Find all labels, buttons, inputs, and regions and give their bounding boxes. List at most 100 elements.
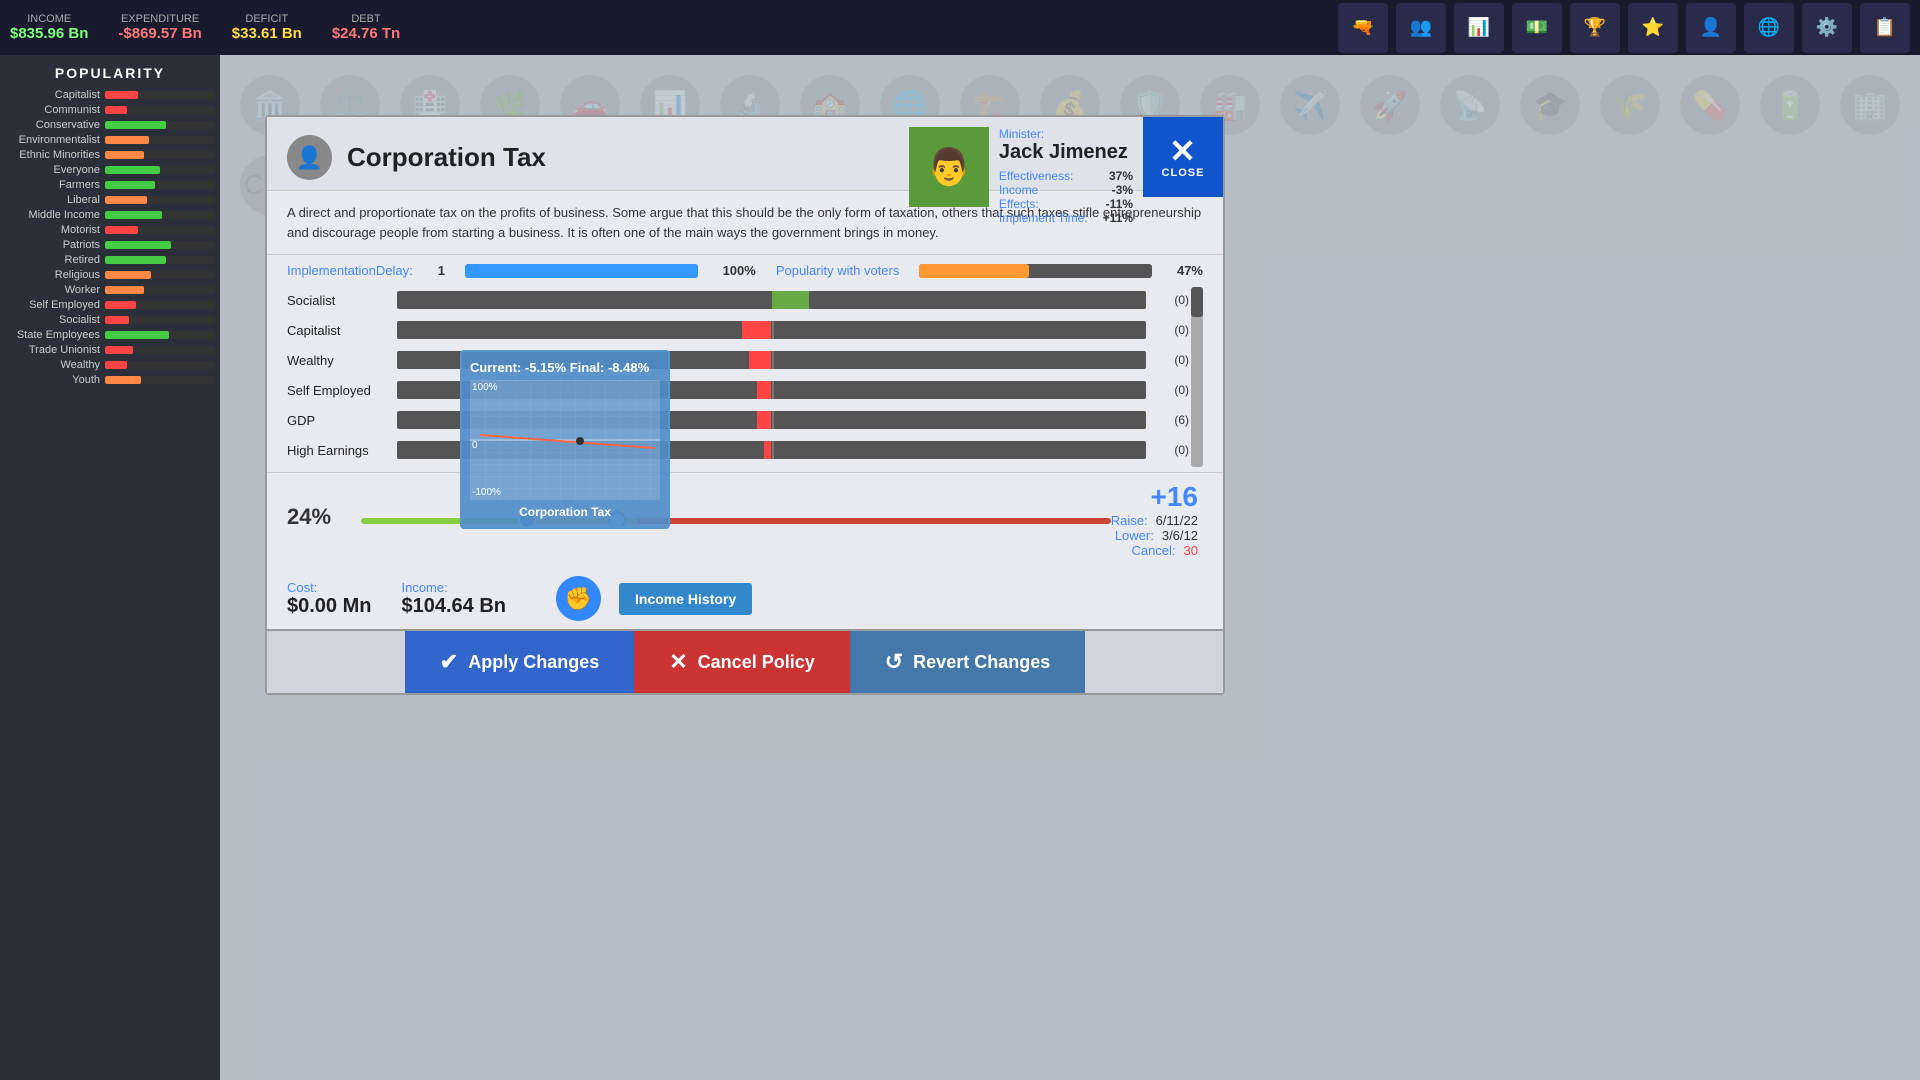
sidebar-group-wealthy: Wealthy	[5, 359, 215, 371]
popularity-val: 47%	[1177, 263, 1203, 278]
revert-icon: ↺	[885, 649, 903, 675]
voter-row-self-employed: Self Employed (0)	[287, 377, 1203, 403]
deficit-stat: DEFICIT $33.61 Bn	[232, 13, 302, 42]
income-history-button[interactable]: Income History	[619, 583, 752, 615]
cancel-label: Cancel:	[1131, 543, 1175, 558]
voter-section: Socialist (0) Capitalist (0) Wealthy (0)	[267, 282, 1223, 472]
nav-icon-list[interactable]: 📋	[1860, 3, 1910, 53]
sidebar-group-worker: Worker	[5, 284, 215, 296]
raise-icon: ✊	[556, 576, 601, 621]
income-stat: INCOME $835.96 Bn	[10, 13, 88, 42]
nav-icon-settings[interactable]: ⚙️	[1802, 3, 1852, 53]
modal-header: 👤 Corporation Tax 👨 Minister: Jack Jimen…	[267, 117, 1223, 191]
income-history-area: ✊ Income History	[556, 576, 752, 621]
cost-block: Cost: $0.00 Mn	[287, 580, 371, 618]
cost-val: $0.00 Mn	[287, 595, 371, 618]
tooltip-popup: Current: -5.15% Final: -8.48% 100% 0 -10…	[460, 350, 670, 529]
popularity-bar-fill	[919, 264, 1028, 278]
sidebar-group-liberal: Liberal	[5, 194, 215, 206]
impl-bar-fill	[465, 264, 698, 278]
chart-y-mid: 0	[472, 440, 478, 451]
nav-icon-globe[interactable]: 🌐	[1744, 3, 1794, 53]
sidebar-group-trade-unionist: Trade Unionist	[5, 344, 215, 356]
popularity-label: Popularity with voters	[776, 263, 900, 278]
effects-label: Effects:	[999, 197, 1039, 211]
minister-panel: 👨 Minister: Jack Jimenez Effectiveness: …	[909, 127, 1133, 225]
cancel-icon: ✕	[669, 649, 687, 675]
popularity-bar	[919, 264, 1152, 278]
sidebar-group-middle-income: Middle Income	[5, 209, 215, 221]
slider-red	[638, 518, 1110, 524]
policy-modal: 👤 Corporation Tax 👨 Minister: Jack Jimen…	[265, 115, 1225, 695]
impl-delay-val: 1	[438, 263, 445, 278]
cancel-label: Cancel Policy	[698, 652, 815, 673]
income-ci-val: $104.64 Bn	[401, 595, 506, 618]
nav-icon-users[interactable]: 👤	[1686, 3, 1736, 53]
sidebar-group-communist: Communist	[5, 104, 215, 116]
sidebar-group-retired: Retired	[5, 254, 215, 266]
sidebar-group-environmentalist: Environmentalist	[5, 134, 215, 146]
voter-row-socialist: Socialist (0)	[287, 287, 1203, 313]
lower-val: 3/6/12	[1162, 528, 1198, 543]
cancel-policy-button[interactable]: ✕ Cancel Policy	[634, 631, 850, 693]
minister-info: Minister: Jack Jimenez Effectiveness: 37…	[999, 127, 1133, 225]
revert-changes-button[interactable]: ↺ Revert Changes	[850, 631, 1086, 693]
voter-scrollbar-thumb	[1191, 287, 1203, 317]
sidebar-group-self-employed: Self Employed	[5, 299, 215, 311]
tooltip-title: Current: -5.15% Final: -8.48%	[470, 360, 660, 375]
debt-stat: DEBT $24.76 Tn	[332, 13, 400, 42]
close-button[interactable]: ✕ CLOSE	[1143, 117, 1223, 197]
rate-section: 24% +16 Raise: 6/11/22 Lowe	[267, 472, 1223, 571]
lower-label: Lower:	[1115, 528, 1154, 543]
nav-icon-gun[interactable]: 🔫	[1338, 3, 1388, 53]
apply-changes-button[interactable]: ✔ Apply Changes	[405, 631, 634, 693]
income-label: INCOME	[27, 13, 71, 25]
nav-icon-star[interactable]: ⭐	[1628, 3, 1678, 53]
sidebar-group-patriots: Patriots	[5, 239, 215, 251]
expenditure-label: EXPENDITURE	[121, 13, 199, 25]
minister-name: Jack Jimenez	[999, 141, 1133, 164]
income-ci-label: Income:	[401, 580, 506, 595]
minister-income-val: -3%	[1112, 183, 1133, 197]
apply-icon: ✔	[440, 649, 458, 675]
popularity-bars: Capitalist Communist Conservative Enviro…	[5, 89, 215, 386]
left-sidebar: POPULARITY Capitalist Communist Conserva…	[0, 55, 220, 1080]
effectiveness-val: 37%	[1109, 169, 1133, 183]
close-label: CLOSE	[1162, 167, 1205, 179]
minister-effects: Effects: -11%	[999, 197, 1133, 211]
top-nav-icons: 🔫 👥 📊 💵 🏆 ⭐ 👤 🌐 ⚙️ 📋	[1338, 3, 1910, 53]
income-block: Income: $104.64 Bn	[401, 580, 506, 618]
effects-val: -11%	[1106, 197, 1133, 211]
voter-row-wealthy: Wealthy (0)	[287, 347, 1203, 373]
sidebar-group-capitalist: Capitalist	[5, 89, 215, 101]
modal-footer: ✔ Apply Changes ✕ Cancel Policy ↺ Revert…	[267, 629, 1223, 693]
impl-val: 100%	[723, 263, 756, 278]
apply-label: Apply Changes	[468, 652, 599, 673]
debt-label: DEBT	[351, 13, 380, 25]
debt-value: $24.76 Tn	[332, 25, 400, 42]
cost-label: Cost:	[287, 580, 371, 595]
chart-y-bot: -100%	[472, 487, 501, 498]
nav-icon-trophy[interactable]: 🏆	[1570, 3, 1620, 53]
sidebar-group-state-employees: State Employees	[5, 329, 215, 341]
rate-label: 24%	[287, 504, 331, 530]
impl-time-val: +11%	[1103, 211, 1133, 225]
nav-icon-dollar[interactable]: 💵	[1512, 3, 1562, 53]
sidebar-group-ethnic-minorities: Ethnic Minorities	[5, 149, 215, 161]
implementation-row: ImplementationDelay: 1 100% Popularity w…	[267, 255, 1223, 282]
raise-info: +16 Raise: 6/11/22 Lower: 3/6/12 Cancel:…	[1111, 481, 1203, 558]
revert-label: Revert Changes	[913, 652, 1050, 673]
nav-icon-chart[interactable]: 📊	[1454, 3, 1504, 53]
voter-scrollbar[interactable]	[1191, 287, 1203, 467]
voter-row-gdp: GDP (6)	[287, 407, 1203, 433]
raise-label: Raise:	[1111, 513, 1148, 528]
expenditure-stat: EXPENDITURE -$869.57 Bn	[118, 13, 201, 42]
cost-income-row: Cost: $0.00 Mn Income: $104.64 Bn ✊ Inco…	[267, 571, 1223, 629]
cancel-val: 30	[1184, 543, 1198, 558]
tooltip-chart-svg	[470, 380, 660, 500]
nav-icon-people[interactable]: 👥	[1396, 3, 1446, 53]
sidebar-group-socialist: Socialist	[5, 314, 215, 326]
impl-delay-label: ImplementationDelay:	[287, 263, 413, 278]
tooltip-footer: Corporation Tax	[470, 505, 660, 519]
raise-val: 6/11/22	[1156, 513, 1198, 528]
